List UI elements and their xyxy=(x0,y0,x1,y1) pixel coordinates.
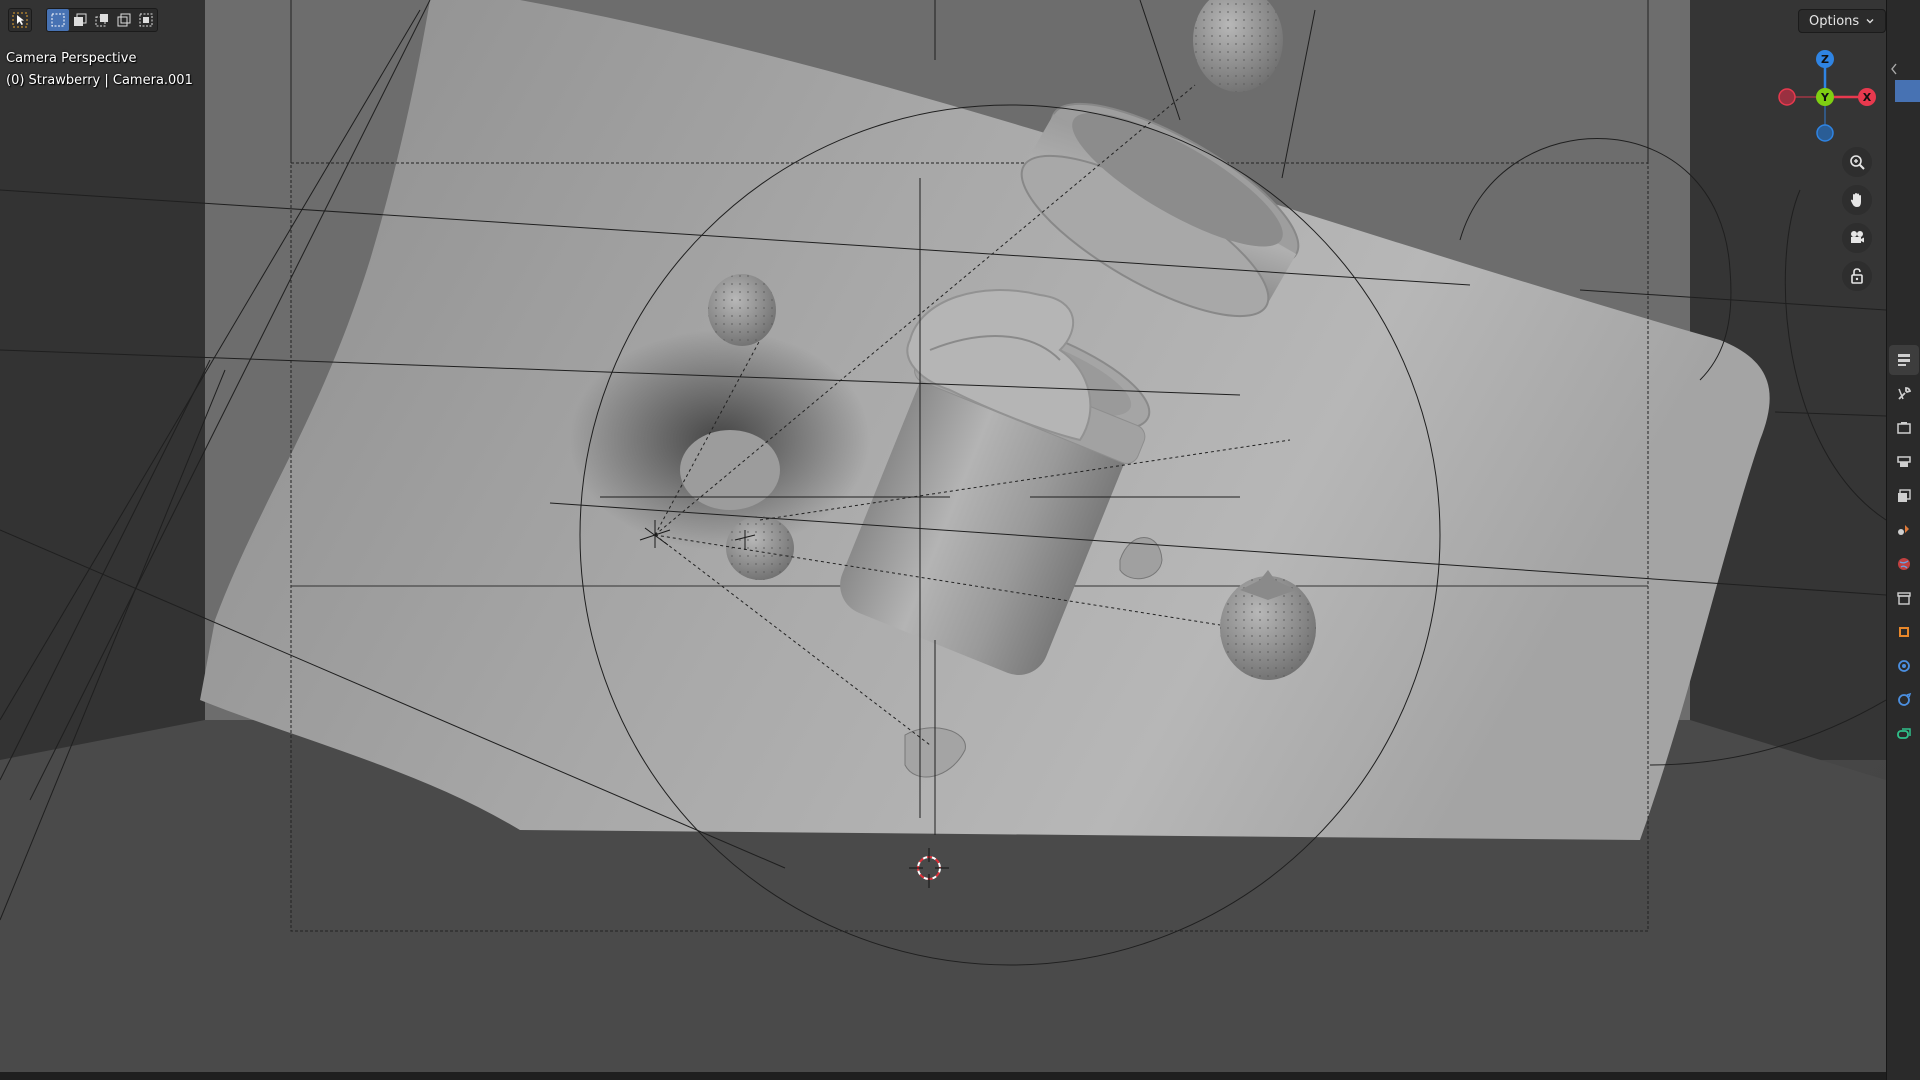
active-region-indicator xyxy=(1895,80,1920,102)
tool-icon[interactable] xyxy=(1889,345,1919,375)
select-subtract-icon[interactable] xyxy=(91,9,113,31)
navigation-gizmo[interactable]: Z X Y xyxy=(1770,45,1880,155)
gizmo-x-label: X xyxy=(1863,91,1872,104)
scene-icon[interactable] xyxy=(1889,515,1919,545)
scene-render xyxy=(0,0,1886,1072)
viewport-nav-buttons xyxy=(1842,147,1872,291)
modifier-icon[interactable] xyxy=(1889,651,1919,681)
select-intersect-icon[interactable] xyxy=(135,9,157,31)
3d-viewport[interactable]: Camera Perspective (0) Strawberry | Came… xyxy=(0,0,1886,1072)
options-dropdown[interactable]: Options xyxy=(1798,9,1886,33)
physics-icon[interactable] xyxy=(1889,719,1919,749)
select-cursor-icon[interactable] xyxy=(8,8,32,32)
gizmo-neg-x-icon xyxy=(1778,88,1796,106)
select-new-icon[interactable] xyxy=(47,9,69,31)
properties-tab-strip xyxy=(1886,0,1920,1080)
world-icon[interactable] xyxy=(1889,549,1919,579)
selection-mode-group xyxy=(46,8,158,32)
viewport-info: Camera Perspective (0) Strawberry | Came… xyxy=(6,48,193,92)
collection-icon[interactable] xyxy=(1889,583,1919,613)
status-bar xyxy=(0,1072,1886,1080)
pan-hand-icon[interactable] xyxy=(1842,185,1872,215)
collapse-arrow-icon[interactable] xyxy=(1887,62,1901,78)
wrench-tool-icon[interactable] xyxy=(1889,379,1919,409)
view-layer-icon[interactable] xyxy=(1889,481,1919,511)
header-tools xyxy=(8,8,158,32)
output-icon[interactable] xyxy=(1889,447,1919,477)
select-extend-icon[interactable] xyxy=(69,9,91,31)
gizmo-z-label: Z xyxy=(1821,53,1829,66)
properties-tabs xyxy=(1887,345,1920,753)
view-mode-label: Camera Perspective xyxy=(6,51,137,66)
gizmo-y-label: Y xyxy=(1820,91,1830,104)
gizmo-neg-z-icon xyxy=(1816,124,1834,142)
zoom-icon[interactable] xyxy=(1842,147,1872,177)
camera-view-icon[interactable] xyxy=(1842,223,1872,253)
chevron-down-icon xyxy=(1866,19,1874,24)
object-icon[interactable] xyxy=(1889,617,1919,647)
active-object-label: (0) Strawberry | Camera.001 xyxy=(6,73,193,88)
select-invert-icon[interactable] xyxy=(113,9,135,31)
options-label: Options xyxy=(1809,13,1860,29)
lock-icon[interactable] xyxy=(1842,261,1872,291)
render-icon[interactable] xyxy=(1889,413,1919,443)
particles-icon[interactable] xyxy=(1889,685,1919,715)
